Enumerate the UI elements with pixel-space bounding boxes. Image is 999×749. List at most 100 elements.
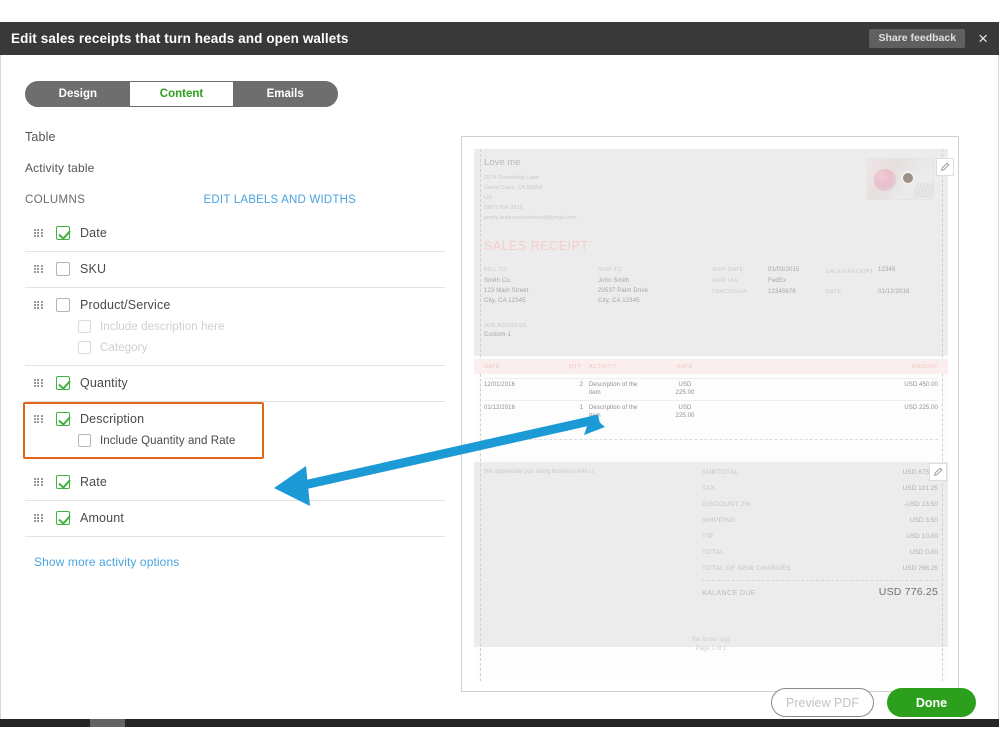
line-item-divider xyxy=(484,378,938,379)
edit-logo-pencil-icon[interactable] xyxy=(936,158,954,176)
close-icon[interactable]: × xyxy=(978,30,988,47)
checkbox-description[interactable] xyxy=(56,412,70,426)
column-header-date: DATE xyxy=(484,364,500,370)
dialog-footer-buttons: Preview PDF Done xyxy=(771,688,976,717)
suboption-include-quantity-and-rate[interactable]: Include Quantity and Rate xyxy=(78,434,262,447)
business-phone: (987) 654-3210 xyxy=(484,205,524,211)
column-row-main: SKU xyxy=(25,262,445,276)
checkbox-rate[interactable] xyxy=(56,475,70,489)
column-row-sku[interactable]: SKU xyxy=(25,252,445,288)
section-subtitle-activity-table: Activity table xyxy=(25,161,95,175)
business-address-line-1: 2574 Friendship Lane xyxy=(484,175,540,181)
column-label-sku: SKU xyxy=(80,262,107,276)
checkbox-category xyxy=(78,341,91,354)
total-label-total: TOTAL xyxy=(702,549,725,556)
drag-handle-icon[interactable] xyxy=(34,414,43,424)
tab-design[interactable]: Design xyxy=(26,82,130,106)
checkbox-include-quantity-and-rate[interactable] xyxy=(78,434,91,447)
line-item-divider xyxy=(484,400,938,401)
column-label-quantity: Quantity xyxy=(80,376,128,390)
ship-date-value: 01/03/2015 xyxy=(768,267,800,273)
column-row-amount[interactable]: Amount xyxy=(25,501,445,537)
row-2-amount: USD 225.00 xyxy=(904,405,938,411)
column-header-activity: ACTIVITY xyxy=(589,364,617,370)
sales-receipt-number-label: SALES RECEIPT xyxy=(826,269,874,275)
job-address-value: Custom-1 xyxy=(484,332,512,338)
business-address-line-2: Santa Clara, CA 95054 xyxy=(484,185,543,191)
bill-to-label: BILL TO xyxy=(484,267,507,273)
row-2-date: 01/12/2016 xyxy=(484,405,516,411)
checkbox-product-service[interactable] xyxy=(56,298,70,312)
balance-due-value: USD 776.25 xyxy=(878,586,938,598)
column-row-main: Date xyxy=(25,226,445,240)
column-label-rate: Rate xyxy=(80,475,108,489)
logo-flower-shape xyxy=(874,169,896,191)
horizontal-scrollbar-track[interactable] xyxy=(0,719,999,727)
row-1-amount: USD 450.00 xyxy=(904,382,938,388)
ship-to-line-2: 20537 Palm Drive xyxy=(598,288,649,294)
receipt-page-number: Page 1 of 1 xyxy=(695,646,727,652)
title-bar-actions: Share feedback × xyxy=(869,28,999,49)
ship-date-label: SHIP DATE xyxy=(712,267,744,273)
checkbox-sku[interactable] xyxy=(56,262,70,276)
column-row-product-service[interactable]: Product/Service Include description here… xyxy=(25,288,445,366)
done-button[interactable]: Done xyxy=(887,688,976,717)
suboption-label-category: Category xyxy=(100,341,148,354)
line-items-header: DATE QTY ACTIVITY RATE AMOUNT xyxy=(474,359,948,374)
section-title-table: Table xyxy=(25,130,56,144)
column-row-main: Product/Service xyxy=(25,298,445,312)
bill-to-line-2: 123 Main Street xyxy=(484,288,529,294)
column-row-main: Rate xyxy=(25,475,445,489)
column-row-quantity[interactable]: Quantity xyxy=(25,366,445,402)
edit-labels-and-widths-link[interactable]: EDIT LABELS AND WIDTHS xyxy=(204,194,356,206)
logo-keyboard-shape xyxy=(912,183,933,198)
row-1-rate: USD 225.00 xyxy=(675,382,695,396)
total-value-tax: USD 101.25 xyxy=(902,485,938,492)
share-feedback-button[interactable]: Share feedback xyxy=(869,28,966,49)
column-row-date[interactable]: Date xyxy=(25,216,445,252)
total-value-discount: -USD 13.50 xyxy=(904,501,938,508)
bill-to-line-1: Smith Co. xyxy=(484,278,512,284)
column-header-amount: AMOUNT xyxy=(911,364,938,370)
drag-handle-icon[interactable] xyxy=(34,477,43,487)
column-row-main: Description xyxy=(25,412,262,426)
tab-emails[interactable]: Emails xyxy=(233,82,337,106)
column-row-main: Quantity xyxy=(25,376,445,390)
total-label-subtotal: SUBTOTAL xyxy=(702,469,739,476)
business-logo[interactable] xyxy=(867,158,934,200)
window-top-strip xyxy=(0,0,999,22)
total-label-shipping: SHIPPING xyxy=(702,517,736,524)
line-items-bottom-divider xyxy=(484,439,938,440)
receipt-date-label: DATE xyxy=(826,289,842,295)
column-row-description[interactable]: Description Include Quantity and Rate xyxy=(23,402,264,459)
drag-handle-icon[interactable] xyxy=(34,300,43,310)
drag-handle-icon[interactable] xyxy=(34,264,43,274)
row-1-activity: Description of the item xyxy=(589,382,638,396)
guide-line-right xyxy=(942,149,943,681)
row-1-date: 12/01/2016 xyxy=(484,382,516,388)
edit-totals-pencil-icon[interactable] xyxy=(929,463,947,481)
tracking-number-label: TRACKING# xyxy=(712,289,747,295)
drag-handle-icon[interactable] xyxy=(34,513,43,523)
total-value-total: USD 0.00 xyxy=(909,549,938,556)
checkbox-quantity[interactable] xyxy=(56,376,70,390)
show-more-activity-options-link[interactable]: Show more activity options xyxy=(34,555,179,569)
preview-pdf-button[interactable]: Preview PDF xyxy=(771,688,874,717)
row-2-qty: 1 xyxy=(579,405,583,411)
bill-to-line-3: City, CA 12345 xyxy=(484,298,526,304)
drag-handle-icon[interactable] xyxy=(34,378,43,388)
suboption-include-description[interactable]: Include description here xyxy=(78,320,445,333)
ship-to-label: SHIP TO xyxy=(598,267,623,273)
ship-via-value: FedEx xyxy=(768,278,787,284)
horizontal-scrollbar-thumb[interactable] xyxy=(90,719,125,727)
checkbox-date[interactable] xyxy=(56,226,70,240)
column-label-description: Description xyxy=(80,412,145,426)
column-label-product-service: Product/Service xyxy=(80,298,171,312)
column-row-rate[interactable]: Rate xyxy=(25,465,445,501)
tab-content[interactable]: Content xyxy=(129,82,234,106)
suboption-category[interactable]: Category xyxy=(78,341,445,354)
checkbox-amount[interactable] xyxy=(56,511,70,525)
receipt-memo: We appreciate you doing business with u. xyxy=(484,469,595,475)
ship-to-line-1: John Smith xyxy=(598,278,630,284)
drag-handle-icon[interactable] xyxy=(34,228,43,238)
